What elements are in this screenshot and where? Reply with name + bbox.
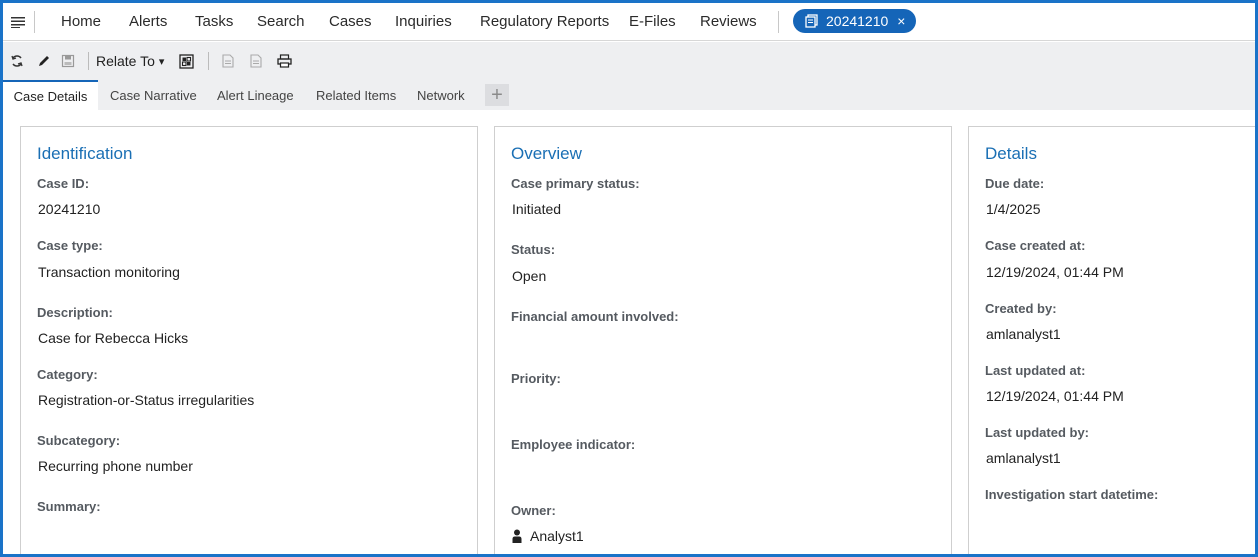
case-created-at-value: 12/19/2024, 01:44 PM: [986, 264, 1124, 280]
overview-panel: Overview Case primary status: Initiated …: [494, 126, 952, 554]
case-created-at-label: Case created at:: [985, 238, 1086, 253]
document-copy-icon[interactable]: [248, 52, 264, 70]
nav-divider-2: [778, 11, 779, 33]
summary-label: Summary:: [37, 499, 101, 514]
tab-alert-lineage[interactable]: Alert Lineage: [217, 80, 294, 110]
due-date-value: 1/4/2025: [986, 201, 1041, 217]
user-icon: [512, 529, 522, 543]
category-value: Registration-or-Status irregularities: [38, 392, 255, 408]
case-type-value: Transaction monitoring: [38, 264, 180, 280]
open-case-tab-label: 20241210: [826, 13, 889, 29]
investigation-start-label: Investigation start datetime:: [985, 487, 1159, 502]
toolbar-divider-2: [208, 52, 209, 70]
case-primary-status-value: Initiated: [512, 201, 562, 217]
case-document-icon: [805, 14, 819, 28]
nav-tasks[interactable]: Tasks: [195, 13, 233, 30]
case-type-label: Case type:: [37, 238, 103, 253]
hierarchy-icon[interactable]: [178, 52, 194, 70]
nav-divider: [34, 11, 35, 33]
last-updated-by-value: amlanalyst1: [986, 450, 1061, 466]
last-updated-at-value: 12/19/2024, 01:44 PM: [986, 388, 1124, 404]
owner-label: Owner:: [511, 503, 556, 518]
nav-regulatory-reports[interactable]: Regulatory Reports: [480, 13, 609, 30]
save-icon[interactable]: [60, 52, 76, 70]
created-by-label: Created by:: [985, 301, 1057, 316]
owner-value: Analyst1: [512, 528, 584, 544]
financial-amount-label: Financial amount involved:: [511, 309, 679, 324]
refresh-icon[interactable]: [9, 52, 25, 70]
add-tab-button[interactable]: +: [485, 84, 509, 106]
edit-pencil-icon[interactable]: [36, 52, 52, 70]
details-panel: Details Due date: 1/4/2025 Case created …: [968, 126, 1255, 554]
case-primary-status-label: Case primary status:: [511, 176, 640, 191]
nav-alerts[interactable]: Alerts: [129, 13, 167, 30]
status-label: Status:: [511, 242, 556, 257]
last-updated-by-label: Last updated by:: [985, 425, 1090, 440]
nav-reviews[interactable]: Reviews: [700, 13, 757, 30]
subcategory-label: Subcategory:: [37, 433, 121, 448]
subcategory-value: Recurring phone number: [38, 458, 193, 474]
chevron-down-icon: ▾: [158, 55, 165, 68]
tab-case-narrative[interactable]: Case Narrative: [110, 80, 197, 110]
category-label: Category:: [37, 367, 98, 382]
hamburger-menu-icon[interactable]: [3, 3, 33, 41]
nav-home[interactable]: Home: [61, 13, 101, 30]
print-icon[interactable]: [276, 52, 292, 70]
overview-title: Overview: [511, 144, 582, 163]
open-case-tab[interactable]: 20241210 ×: [793, 9, 916, 33]
case-id-label: Case ID:: [37, 176, 90, 191]
top-nav: Home Alerts Tasks Search Cases Inquiries…: [3, 3, 1255, 41]
details-title: Details: [985, 144, 1037, 163]
nav-cases[interactable]: Cases: [329, 13, 372, 30]
owner-name: Analyst1: [530, 528, 584, 544]
created-by-value: amlanalyst1: [986, 326, 1061, 342]
tab-network[interactable]: Network: [417, 80, 465, 110]
due-date-label: Due date:: [985, 176, 1045, 191]
last-updated-at-label: Last updated at:: [985, 363, 1086, 378]
priority-label: Priority:: [511, 371, 561, 386]
relate-to-label: Relate To: [96, 53, 155, 69]
description-label: Description:: [37, 305, 113, 320]
identification-title: Identification: [37, 144, 133, 163]
nav-inquiries[interactable]: Inquiries: [395, 13, 452, 30]
case-id-value: 20241210: [38, 201, 101, 217]
case-details-content: Identification Case ID: 20241210 Case ty…: [3, 110, 1255, 554]
status-value: Open: [512, 268, 547, 284]
identification-panel: Identification Case ID: 20241210 Case ty…: [20, 126, 478, 554]
description-value: Case for Rebecca Hicks: [38, 330, 189, 346]
toolbar: Relate To ▾: [3, 42, 1255, 80]
nav-search[interactable]: Search: [257, 13, 305, 30]
relate-to-dropdown[interactable]: Relate To ▾: [96, 52, 164, 70]
tab-case-details[interactable]: Case Details: [3, 80, 98, 110]
nav-efiles[interactable]: E-Files: [629, 13, 676, 30]
toolbar-divider: [88, 52, 89, 70]
close-tab-icon[interactable]: ×: [897, 13, 905, 29]
employee-indicator-label: Employee indicator:: [511, 437, 636, 452]
document-icon[interactable]: [220, 52, 236, 70]
tab-related-items[interactable]: Related Items: [316, 80, 396, 110]
tab-bar: Case Details Case Narrative Alert Lineag…: [3, 80, 1255, 110]
